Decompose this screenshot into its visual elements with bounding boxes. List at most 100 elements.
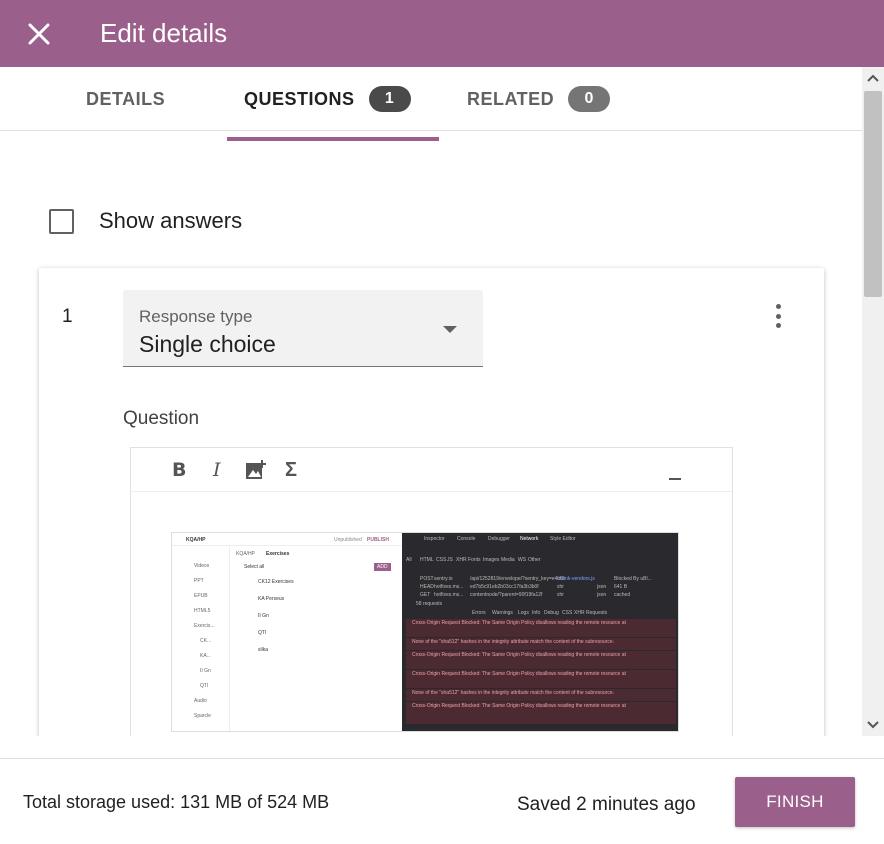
bold-button[interactable]: B bbox=[172, 458, 186, 482]
network-row-status: HEAD bbox=[420, 584, 434, 590]
devtools-tab: Network bbox=[520, 536, 539, 542]
network-row-file: /api/1252819/envelope/?sentry_key=e4b0f bbox=[470, 576, 565, 582]
embedded-select-all: Select all bbox=[244, 564, 265, 570]
show-answers-checkbox[interactable] bbox=[49, 208, 74, 234]
formula-button[interactable]: Σ bbox=[285, 458, 297, 482]
embedded-app-panel: KQA/HP Unpublished PUBLISH KQA/HP Exerci… bbox=[172, 533, 402, 731]
network-row-transferred: cached bbox=[614, 592, 631, 598]
embedded-sidebar-item: Audio bbox=[194, 698, 207, 704]
embedded-sidebar-item: CK... bbox=[200, 638, 212, 644]
finish-button[interactable]: FINISH bbox=[735, 777, 855, 827]
question-card: 1 Response type Single choice Question B… bbox=[39, 268, 824, 736]
console-tab: Logs bbox=[518, 610, 529, 616]
devtools-tab: Style Editor bbox=[550, 536, 576, 542]
tab-questions[interactable]: QUESTIONS 1 bbox=[244, 67, 411, 131]
questions-panel: Show answers 1 Response type Single choi… bbox=[0, 131, 862, 736]
network-filter: Media bbox=[501, 557, 515, 563]
console-tab: CSS bbox=[562, 610, 573, 616]
network-row-domain: sentry.io bbox=[434, 576, 453, 582]
network-filter: All bbox=[406, 557, 412, 563]
embedded-image[interactable]: KQA/HP Unpublished PUBLISH KQA/HP Exerci… bbox=[171, 532, 679, 732]
chevron-up-icon[interactable] bbox=[866, 71, 880, 85]
network-filter: WS bbox=[518, 557, 527, 563]
dropdown-arrow-icon bbox=[443, 326, 457, 333]
embedded-devtools-panel: Inspector Console Debugger Network Style… bbox=[402, 533, 678, 731]
minimize-button[interactable] bbox=[668, 462, 682, 486]
embedded-sidebar-item: EPUB bbox=[194, 593, 208, 599]
question-label: Question bbox=[123, 408, 200, 429]
formula-icon: Σ bbox=[285, 458, 298, 481]
response-type-value: Single choice bbox=[139, 331, 276, 357]
embedded-item: slika bbox=[258, 647, 269, 653]
devtools-tab: Console bbox=[457, 536, 476, 542]
network-filter: XHR bbox=[456, 557, 467, 563]
network-filter: Images bbox=[483, 557, 500, 563]
console-message: Cross-Origin Request Blocked: The Same O… bbox=[412, 652, 626, 658]
divider bbox=[229, 545, 230, 731]
show-answers-label: Show answers bbox=[99, 208, 243, 233]
network-row-transferred: Blocked By uBl... bbox=[614, 576, 652, 582]
console-message: Cross-Origin Request Blocked: The Same O… bbox=[412, 620, 626, 626]
app-bar: Edit details bbox=[0, 0, 884, 67]
tab-related[interactable]: RELATED 0 bbox=[467, 67, 611, 131]
embedded-app-title: KQA/HP bbox=[186, 537, 206, 543]
footer-divider bbox=[0, 758, 884, 759]
dot-icon bbox=[775, 313, 781, 319]
devtools-tab: Debugger bbox=[488, 536, 510, 542]
embedded-status: Unpublished bbox=[334, 537, 362, 543]
editor-toolbar: B I Σ bbox=[131, 448, 732, 492]
italic-icon: I bbox=[213, 459, 221, 481]
console-tab: Warnings bbox=[492, 610, 513, 616]
console-tab: Requests bbox=[586, 610, 608, 616]
response-type-select[interactable]: Response type Single choice bbox=[123, 290, 483, 367]
question-menu-button[interactable] bbox=[767, 302, 789, 330]
save-status: Saved 2 minutes ago bbox=[517, 794, 696, 815]
close-button[interactable] bbox=[24, 19, 54, 49]
response-type-label: Response type bbox=[139, 307, 253, 326]
embedded-sidebar-item: Sparcle bbox=[194, 713, 211, 719]
tab-details-label: DETAILS bbox=[86, 88, 166, 109]
network-row-type: json bbox=[597, 584, 607, 590]
show-answers-toggle[interactable]: Show answers bbox=[49, 208, 242, 234]
question-editor[interactable]: B I Σ KQA/HP Unpublished PUBLISH KQA/HP … bbox=[130, 447, 733, 736]
network-row-initiator: xhr bbox=[557, 592, 564, 598]
tab-bar: DETAILS QUESTIONS 1 RELATED 0 bbox=[0, 67, 862, 131]
embedded-item: II Gn bbox=[258, 613, 269, 619]
bold-icon: B bbox=[172, 459, 187, 481]
console-message: Cross-Origin Request Blocked: The Same O… bbox=[412, 703, 626, 709]
embedded-add-button: ADD bbox=[374, 563, 391, 571]
embedded-item: CK12 Exercises bbox=[258, 579, 294, 585]
network-row-transferred: 641 B bbox=[614, 584, 628, 590]
console-tab: Debug bbox=[544, 610, 559, 616]
network-filter: Fonts bbox=[468, 557, 481, 563]
italic-button[interactable]: I bbox=[213, 458, 221, 482]
console-tab: Errors bbox=[472, 610, 486, 616]
network-filter: JS bbox=[447, 557, 453, 563]
add-image-button[interactable] bbox=[245, 458, 267, 482]
embedded-sidebar-item: II Gn bbox=[200, 668, 211, 674]
embedded-sidebar-item: Videos bbox=[194, 563, 210, 569]
divider bbox=[172, 545, 402, 546]
network-row-initiator: chunk-vendors.js bbox=[557, 576, 595, 582]
dot-icon bbox=[775, 304, 781, 309]
tab-details[interactable]: DETAILS bbox=[86, 67, 165, 131]
questions-count-badge: 1 bbox=[368, 86, 411, 112]
chevron-down-icon[interactable] bbox=[866, 718, 880, 732]
minimize-icon bbox=[669, 478, 681, 480]
network-row-file: ed7b5c91eb2b03cc17fa3b3b0f bbox=[470, 584, 539, 590]
console-message: None of the "sha512" hashes in the integ… bbox=[412, 639, 615, 645]
network-filter: CSS bbox=[436, 557, 447, 563]
console-tab: XHR bbox=[574, 610, 585, 616]
dot-icon bbox=[775, 323, 781, 328]
network-filter: Other bbox=[528, 557, 541, 563]
embedded-publish: PUBLISH bbox=[367, 537, 389, 543]
embedded-item: KA Perseus bbox=[258, 596, 285, 602]
network-filter: HTML bbox=[420, 557, 434, 563]
network-row-domain: hotfixes.ms... bbox=[434, 592, 464, 598]
network-row-status: GET bbox=[420, 592, 431, 598]
question-number: 1 bbox=[62, 306, 73, 327]
network-row-type: json bbox=[597, 592, 607, 598]
scrollbar[interactable] bbox=[862, 67, 884, 736]
scrollbar-thumb[interactable] bbox=[864, 91, 882, 297]
console-message: Cross-Origin Request Blocked: The Same O… bbox=[412, 671, 626, 677]
